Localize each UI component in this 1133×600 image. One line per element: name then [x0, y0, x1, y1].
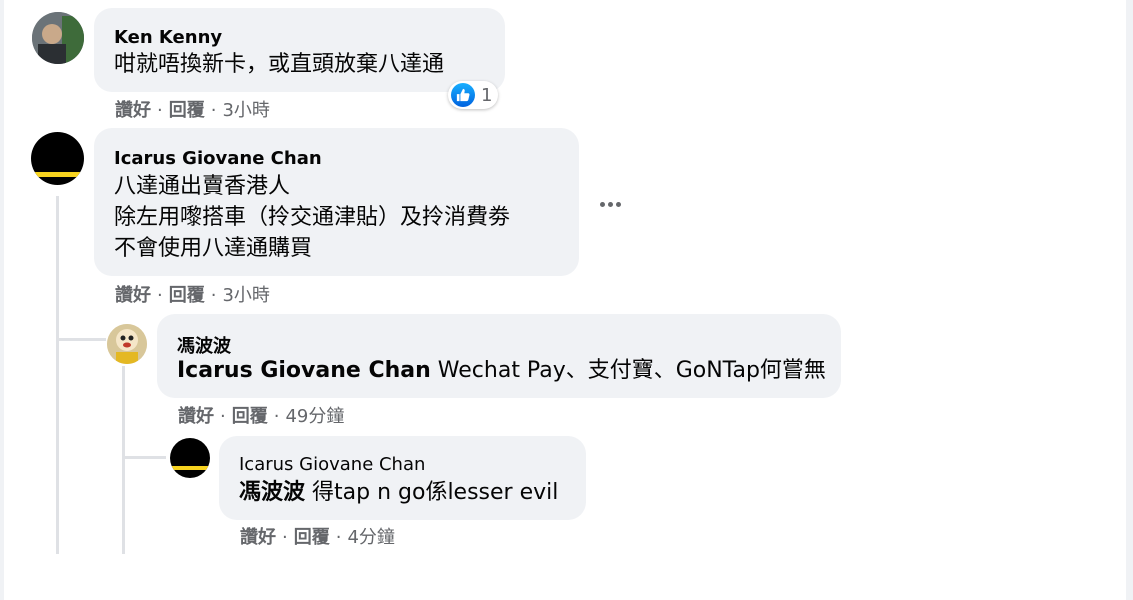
like-button[interactable]: 讚好 [240, 527, 276, 548]
avatar[interactable] [31, 132, 84, 185]
reply-button[interactable]: 回覆 [232, 406, 268, 427]
comment-bubble: Ken Kenny 咁就唔換新卡，或直頭放棄八達通 [94, 8, 505, 92]
like-button[interactable]: 讚好 [115, 100, 151, 121]
like-button[interactable]: 讚好 [178, 406, 214, 427]
comment-text: 咁就唔換新卡，或直頭放棄八達通 [114, 52, 445, 77]
reply-body: Wechat Pay、支付寶、GoNTap何嘗無 [437, 358, 826, 383]
timestamp[interactable]: 3小時 [222, 100, 269, 121]
thread-connector-nested [122, 456, 166, 459]
thread-connector [56, 338, 106, 341]
reply-text: 馮波波 得tap n go係lesser evil [239, 477, 558, 508]
reply-button[interactable]: 回覆 [169, 285, 205, 306]
reply-text: Icarus Giovane Chan Wechat Pay、支付寶、GoNTa… [177, 355, 826, 386]
reply-actions: 讚好 · 回覆 · 4分鐘 [240, 527, 395, 548]
comment-text-line: 除左用嚟搭車（拎交通津貼）及拎消費劵 [114, 205, 511, 230]
comment-actions: 讚好 · 回覆 · 3小時 [115, 285, 270, 306]
reply-actions: 讚好 · 回覆 · 49分鐘 [178, 406, 345, 427]
avatar[interactable] [107, 324, 147, 364]
reply-button[interactable]: 回覆 [169, 100, 205, 121]
timestamp[interactable]: 49分鐘 [285, 406, 344, 427]
avatar[interactable] [32, 12, 84, 64]
comment-author[interactable]: Icarus Giovane Chan [114, 148, 322, 169]
more-options-icon[interactable] [600, 202, 621, 207]
mention-link[interactable]: 馮波波 [239, 480, 305, 505]
thread-line-nested [122, 366, 125, 554]
like-button[interactable]: 讚好 [115, 285, 151, 306]
thumbs-up-icon [451, 83, 475, 107]
reaction-count-label: 1 [481, 84, 493, 106]
timestamp[interactable]: 4分鐘 [347, 527, 394, 548]
comment-text-line: 不會使用八達通購買 [114, 236, 313, 261]
comment-bubble: Icarus Giovane Chan 八達通出賣香港人 除左用嚟搭車（拎交通津… [94, 128, 579, 276]
comments-panel: Ken Kenny 咁就唔換新卡，或直頭放棄八達通 1 讚好 · 回覆 · 3小時 Ic… [4, 0, 1126, 600]
thread-line [56, 196, 59, 554]
reply-author[interactable]: Icarus Giovane Chan [239, 454, 425, 475]
comment-author[interactable]: Ken Kenny [114, 27, 222, 48]
comment-text-line: 八達通出賣香港人 [114, 174, 291, 199]
timestamp[interactable]: 3小時 [222, 285, 269, 306]
reply-body: 得tap n go係lesser evil [312, 480, 559, 505]
mention-link[interactable]: Icarus Giovane Chan [177, 358, 431, 383]
reply-button[interactable]: 回覆 [294, 527, 330, 548]
reaction-count[interactable]: 1 [448, 81, 499, 109]
avatar[interactable] [170, 438, 210, 478]
reply-bubble: Icarus Giovane Chan 馮波波 得tap n go係lesser… [219, 436, 586, 520]
comment-actions: 讚好 · 回覆 · 3小時 [115, 100, 270, 121]
reply-bubble: 馮波波 Icarus Giovane Chan Wechat Pay、支付寶、G… [157, 314, 841, 398]
